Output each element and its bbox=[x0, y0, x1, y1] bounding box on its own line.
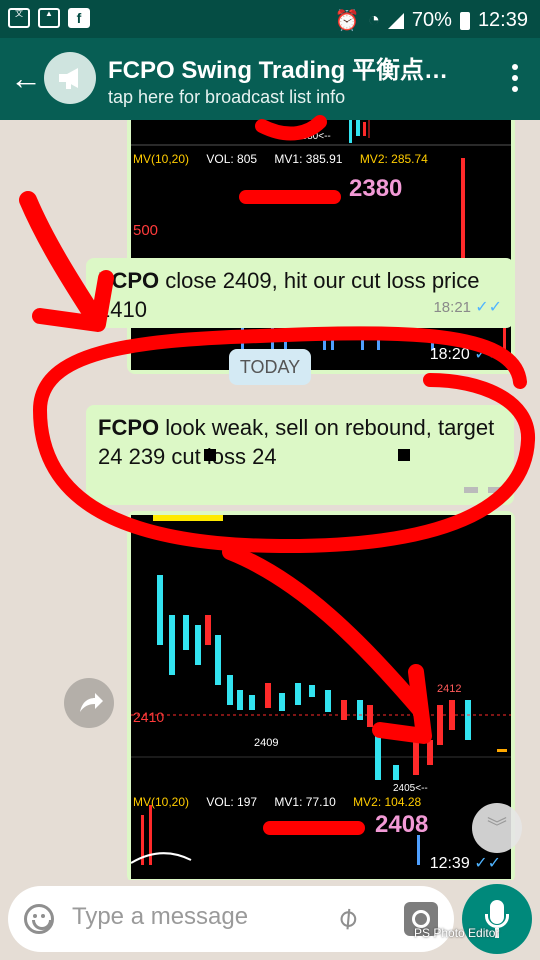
chart-2-vol: VOL: 197 bbox=[206, 795, 258, 809]
forward-icon bbox=[80, 693, 103, 712]
gallery-icon: ▲ bbox=[38, 8, 60, 28]
megaphone-icon bbox=[59, 68, 78, 89]
overflow-menu-icon[interactable] bbox=[512, 64, 518, 97]
red-candles bbox=[205, 615, 455, 775]
chat-area[interactable]: 2380<-- MV(10,20) VOL: 805 MV1: 385.91 M… bbox=[0, 120, 540, 880]
message-bubble-1[interactable]: FCPO close 2409, hit our cut loss price … bbox=[86, 258, 514, 328]
annotation-underline-1 bbox=[239, 190, 341, 204]
chart-1-time-text: 18:20 bbox=[429, 346, 470, 363]
chart-2-label-high: 2412 bbox=[437, 683, 462, 695]
chat-subtitle[interactable]: tap here for broadcast list info bbox=[108, 87, 345, 108]
chart-2-time-text: 12:39 bbox=[429, 855, 470, 872]
scroll-to-bottom-button[interactable]: ︾ bbox=[472, 803, 522, 853]
wifi-icon: ◔ bbox=[367, 9, 380, 31]
chart-1-mv2: MV2: 285.74 bbox=[359, 152, 428, 166]
message-1-meta: 18:21 ✓✓ bbox=[433, 293, 502, 322]
voice-record-button[interactable] bbox=[462, 884, 532, 954]
message-bubble-2[interactable]: FCPO look weak, sell on rebound, target … bbox=[86, 405, 514, 505]
message-input-placeholder[interactable]: Type a message bbox=[72, 903, 248, 931]
chart-image-message-1[interactable]: 2380<-- MV(10,20) VOL: 805 MV1: 385.91 M… bbox=[127, 120, 515, 374]
notification-icon: 文 bbox=[8, 8, 30, 28]
chart-2-value: 2408 bbox=[375, 811, 429, 838]
candlestick-chart-1: 2380<-- MV(10,20) VOL: 805 MV1: 385.91 M… bbox=[131, 120, 511, 370]
chart-2-level-left: 2410 bbox=[133, 709, 165, 725]
input-bar: Type a message ⌀ bbox=[0, 880, 540, 960]
cyan-candles bbox=[157, 575, 471, 780]
back-arrow-icon[interactable]: ← bbox=[10, 62, 42, 94]
battery-icon bbox=[459, 11, 470, 30]
attach-icon[interactable]: ⌀ bbox=[329, 898, 365, 936]
facebook-icon: f bbox=[68, 8, 90, 28]
candlestick-chart-2: 2410 2409 2412 2405<-- MV(10,20) VOL: 19… bbox=[131, 515, 511, 879]
chart-2-indicators: MV(10,20) VOL: 197 MV1: 77.10 MV2: 104.2… bbox=[133, 795, 435, 809]
chart-2-label-low2: 2405<-- bbox=[393, 783, 428, 794]
pending-status-icon bbox=[464, 487, 502, 493]
chart-2-mv1: MV1: 77.10 bbox=[274, 795, 336, 809]
chart-2-mv: MV(10,20) bbox=[133, 795, 190, 809]
chart-1-mv: MV(10,20) bbox=[133, 152, 190, 166]
chart-1-indicators: MV(10,20) VOL: 805 MV1: 385.91 MV2: 285.… bbox=[133, 152, 442, 166]
status-left-icons: 文 ▲ f bbox=[8, 8, 90, 28]
status-right-icons: ⏰ ◔ 70% 12:39 bbox=[335, 8, 528, 33]
read-receipt-icon: ✓✓ bbox=[474, 346, 501, 363]
chart-2-label-low1: 2409 bbox=[254, 737, 279, 749]
annotation-underline-2 bbox=[263, 821, 365, 835]
status-bar: 文 ▲ f ⏰ ◔ 70% 12:39 bbox=[0, 0, 540, 38]
message-1-time: 18:21 bbox=[433, 299, 472, 316]
chart-1-value: 2380 bbox=[349, 175, 403, 202]
broadcast-avatar[interactable] bbox=[44, 52, 96, 104]
status-time: 12:39 bbox=[477, 9, 528, 31]
battery-percent: 70% bbox=[411, 9, 452, 31]
message-input-box[interactable]: Type a message ⌀ bbox=[8, 886, 454, 952]
chat-title[interactable]: FCPO Swing Trading 平衡点… bbox=[108, 50, 478, 85]
chart-1-mv1: MV1: 385.91 bbox=[274, 152, 343, 166]
redaction-mark bbox=[204, 449, 216, 461]
chat-header: ← FCPO Swing Trading 平衡点… tap here for b… bbox=[0, 38, 540, 120]
chart-1-vol: VOL: 805 bbox=[206, 152, 258, 166]
chart-1-note: 2380<-- bbox=[296, 131, 331, 142]
message-1-sender: FCPO bbox=[98, 268, 160, 293]
double-chevron-down-icon: ︾ bbox=[487, 817, 507, 839]
forward-button[interactable] bbox=[64, 678, 114, 728]
chart-image-message-2[interactable]: 2410 2409 2412 2405<-- MV(10,20) VOL: 19… bbox=[127, 511, 515, 880]
read-receipt-icon: ✓✓ bbox=[474, 855, 501, 872]
chart-1-axis-label: 500 bbox=[133, 222, 159, 239]
emoji-icon[interactable] bbox=[24, 904, 54, 934]
watermark: PS Photo Editor bbox=[414, 926, 500, 940]
message-2-sender: FCPO bbox=[98, 415, 160, 440]
date-separator: TODAY bbox=[229, 349, 311, 385]
read-receipt-icon: ✓✓ bbox=[475, 299, 502, 316]
signal-icon bbox=[387, 12, 404, 29]
chart-1-time: 18:20 ✓✓ bbox=[430, 344, 501, 364]
chart-2-mv2: MV2: 104.28 bbox=[353, 795, 422, 809]
alarm-icon: ⏰ bbox=[334, 10, 360, 32]
redaction-mark bbox=[398, 449, 410, 461]
chart-2-time: 12:39 ✓✓ bbox=[430, 853, 501, 873]
